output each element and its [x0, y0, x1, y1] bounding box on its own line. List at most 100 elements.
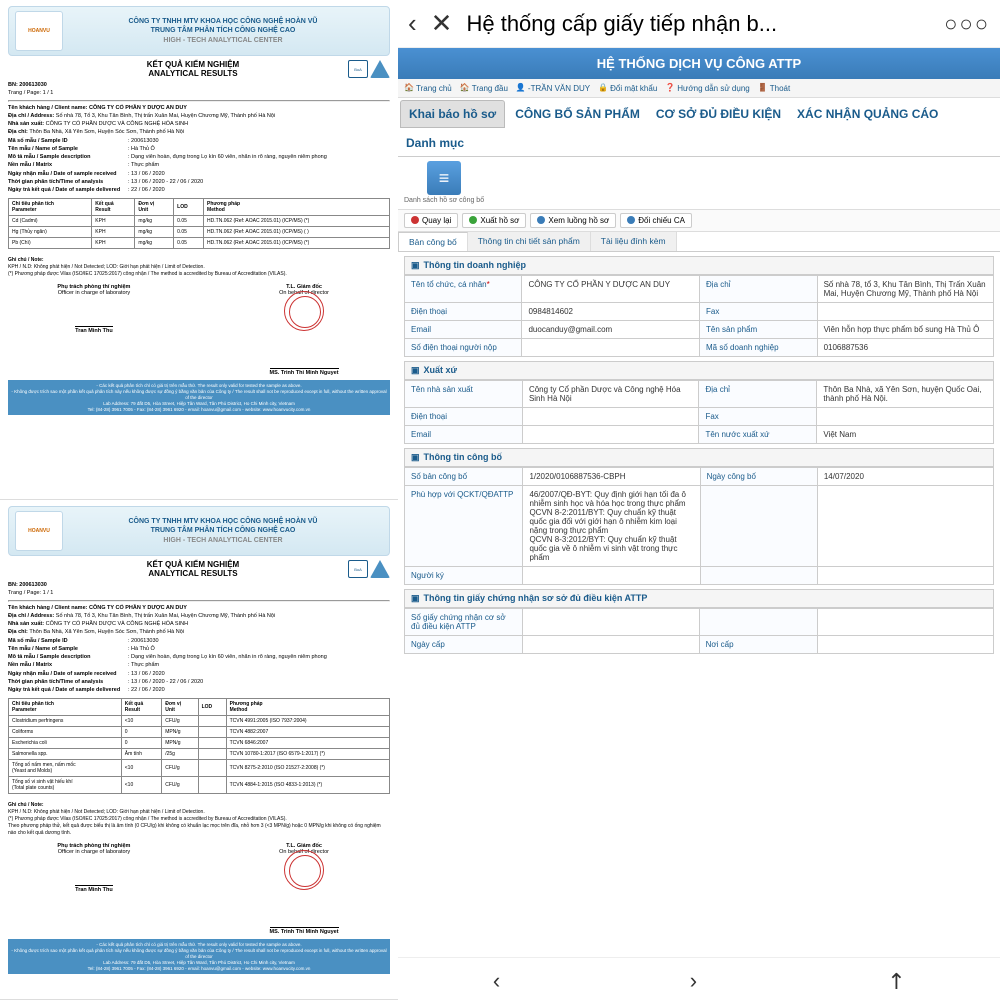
form-table: Số bản công bố1/2020/0106887536-CBPHNgày…	[404, 467, 994, 585]
field-value	[522, 407, 699, 425]
field-value: 1/2020/0106887536-CBPH	[523, 467, 700, 485]
collapse-icon: ▣	[411, 260, 420, 271]
more-icon[interactable]: ○○○	[944, 11, 990, 37]
toolbar-btn-2[interactable]: Xem luồng hồ sơ	[530, 213, 616, 228]
field-value: Số nhà 78, tổ 3, Khu Tân Bình, Thị Trấn …	[817, 275, 993, 302]
section-head[interactable]: ▣Xuất xứ	[404, 361, 994, 380]
top-link-2[interactable]: 👤-TRẦN VĂN DUY	[516, 83, 590, 93]
analytical-report-1: HOANVU CÔNG TY TNHH MTV KHOA HỌC CÔNG NG…	[0, 0, 398, 500]
field-label: Email	[405, 425, 523, 443]
report-header-2: HOANVU CÔNG TY TNHH MTV KHOA HỌC CÔNG NG…	[8, 506, 390, 556]
collapse-icon: ▣	[411, 365, 420, 376]
report-header: HOANVU CÔNG TY TNHH MTV KHOA HỌC CÔNG NG…	[8, 6, 390, 56]
list-shortcut[interactable]: ≡ Danh sách hồ sơ công bố	[404, 161, 484, 205]
field-value	[817, 302, 993, 320]
field-value: CÔNG TY CỔ PHẦN Y DƯỢC AN DUY	[522, 275, 700, 302]
sub-tab-1[interactable]: Thông tin chi tiết sản phẩm	[468, 232, 591, 251]
result-title-row: KẾT QUẢ KIỂM NGHIỆM ANALYTICAL RESULTS B…	[8, 60, 390, 78]
link-icon: 🚪	[758, 83, 768, 93]
nav-back-icon[interactable]: ‹	[493, 968, 500, 994]
top-link-3[interactable]: 🔒Đổi mật khẩu	[598, 83, 657, 93]
nav-share-icon[interactable]: ↗	[880, 965, 911, 996]
field-label: Địa chỉ	[700, 275, 818, 302]
field-label: Fax	[700, 302, 818, 320]
field-label: Tên nước xuất xứ	[699, 425, 817, 443]
field-label: Điện thoại	[405, 302, 522, 320]
collapse-icon: ▣	[411, 593, 420, 604]
main-tab-4[interactable]: Danh mục	[398, 130, 472, 156]
field-value	[522, 425, 699, 443]
field-value: Việt Nam	[817, 425, 994, 443]
left-documents: HOANVU CÔNG TY TNHH MTV KHOA HỌC CÔNG NG…	[0, 0, 398, 1000]
close-icon[interactable]: ✕	[431, 8, 453, 39]
nav-forward-icon[interactable]: ›	[690, 968, 697, 994]
field-label: Tên nhà sản xuất	[405, 380, 523, 407]
field-label: Số giấy chứng nhận cơ sở đủ điều kiện AT…	[405, 608, 523, 635]
section-head[interactable]: ▣Thông tin giấy chứng nhận sơ sở đủ điều…	[404, 589, 994, 608]
section-s1: ▣Thông tin doanh nghiệpTên tổ chức, cá n…	[404, 256, 994, 357]
top-links-row: 🏠Trang chủ 🏠Trang đầu 👤-TRẦN VĂN DUY 🔒Đổi m…	[398, 79, 1000, 98]
field-label: Fax	[699, 407, 817, 425]
field-value	[523, 566, 700, 584]
field-value: 0984814602	[522, 302, 700, 320]
section-s4: ▣Thông tin giấy chứng nhận sơ sở đủ điều…	[404, 589, 994, 654]
badge-iso: BoA	[348, 60, 368, 78]
field-label: Email	[405, 320, 522, 338]
toolbar-btn-1[interactable]: Xuất hồ sơ	[462, 213, 526, 228]
field-value	[522, 338, 700, 356]
results-table-1: Chỉ tiêu phân tích ParameterKết quả Resu…	[8, 198, 390, 249]
dot-icon	[411, 216, 419, 224]
signature-director: T.L. Giám đốc On behalf of director MS. …	[218, 284, 390, 376]
collapse-icon: ▣	[411, 452, 420, 463]
signature-lab: Phụ trách phòng thí nghiệm Officer in ch…	[8, 284, 180, 376]
sub-tab-0[interactable]: Bản công bố	[398, 232, 468, 251]
list-icon: ≡	[427, 161, 461, 195]
section-s2: ▣Xuất xứTên nhà sản xuấtCông ty Cổ phần …	[404, 361, 994, 444]
field-value: 14/07/2020	[817, 467, 993, 485]
results-table-2: Chỉ tiêu phân tích ParameterKết quả Resu…	[8, 698, 390, 794]
toolbar-btn-0[interactable]: Quay lại	[404, 213, 458, 228]
section-head[interactable]: ▣Thông tin doanh nghiệp	[404, 256, 994, 275]
form-table: Tên nhà sản xuấtCông ty Cổ phần Dược và …	[404, 380, 994, 444]
form-table: Tên tổ chức, cá nhân*CÔNG TY CỔ PHẦN Y D…	[404, 275, 994, 357]
field-value	[817, 407, 994, 425]
field-label: Tên tổ chức, cá nhân*	[405, 275, 522, 302]
dot-icon	[537, 216, 545, 224]
field-label: Phù hợp với QCKT/QĐATTP	[405, 485, 523, 566]
link-icon: 🏠	[460, 83, 470, 93]
field-value: Viên hỗn hợp thực phẩm bổ sung Hà Thủ Ô	[817, 320, 993, 338]
field-value: 0106887536	[817, 338, 993, 356]
field-label: Tên sản phẩm	[700, 320, 818, 338]
company-title: CÔNG TY TNHH MTV KHOA HỌC CÔNG NGHỆ HOÀN…	[63, 17, 383, 44]
system-title-bar: HỆ THỐNG DỊCH VỤ CÔNG ATTP	[398, 48, 1000, 79]
main-tab-1[interactable]: CÔNG BỐ SẢN PHẨM	[507, 101, 648, 127]
section-s3: ▣Thông tin công bốSố bản công bố1/2020/0…	[404, 448, 994, 585]
top-link-0[interactable]: 🏠Trang chủ	[404, 83, 452, 93]
sub-tabs: Bản công bốThông tin chi tiết sản phẩmTà…	[398, 232, 1000, 252]
right-app: ‹ ✕ Hệ thống cấp giấy tiếp nhận b... ○○○…	[398, 0, 1000, 1000]
field-value	[523, 635, 699, 653]
back-icon[interactable]: ‹	[408, 8, 417, 39]
main-tab-0[interactable]: Khai báo hồ sơ	[400, 100, 505, 128]
sub-tab-2[interactable]: Tài liệu đính kèm	[591, 232, 677, 251]
field-value: Công ty Cổ phần Dược và Công nghệ Hóa Si…	[522, 380, 699, 407]
field-value: Thôn Ba Nhà, xã Yên Sơn, huyện Quốc Oai,…	[817, 380, 994, 407]
top-link-4[interactable]: ❓Hướng dẫn sử dụng	[665, 83, 749, 93]
badge-triangle	[370, 60, 390, 78]
link-icon: 🏠	[404, 83, 414, 93]
dot-icon	[627, 216, 635, 224]
main-tab-3[interactable]: XÁC NHẬN QUẢNG CÁO	[789, 101, 946, 127]
section-head[interactable]: ▣Thông tin công bố	[404, 448, 994, 467]
main-tab-2[interactable]: CƠ SỞ ĐỦ ĐIỀU KIỆN	[648, 101, 789, 127]
analytical-report-2: HOANVU CÔNG TY TNHH MTV KHOA HỌC CÔNG NG…	[0, 500, 398, 1000]
link-icon: 🔒	[598, 83, 608, 93]
field-label: Điện thoại	[405, 407, 523, 425]
link-icon: ❓	[665, 83, 675, 93]
bottom-nav: ‹ › ↗	[398, 957, 1000, 1000]
field-value	[523, 608, 699, 635]
toolbar-btn-3[interactable]: Đối chiếu CA	[620, 213, 692, 228]
field-label: Địa chỉ	[699, 380, 817, 407]
top-link-5[interactable]: 🚪Thoát	[758, 83, 790, 93]
top-link-1[interactable]: 🏠Trang đầu	[460, 83, 508, 93]
field-value: 46/2007/QĐ-BYT: Quy định giới hạn tối đa…	[523, 485, 700, 566]
